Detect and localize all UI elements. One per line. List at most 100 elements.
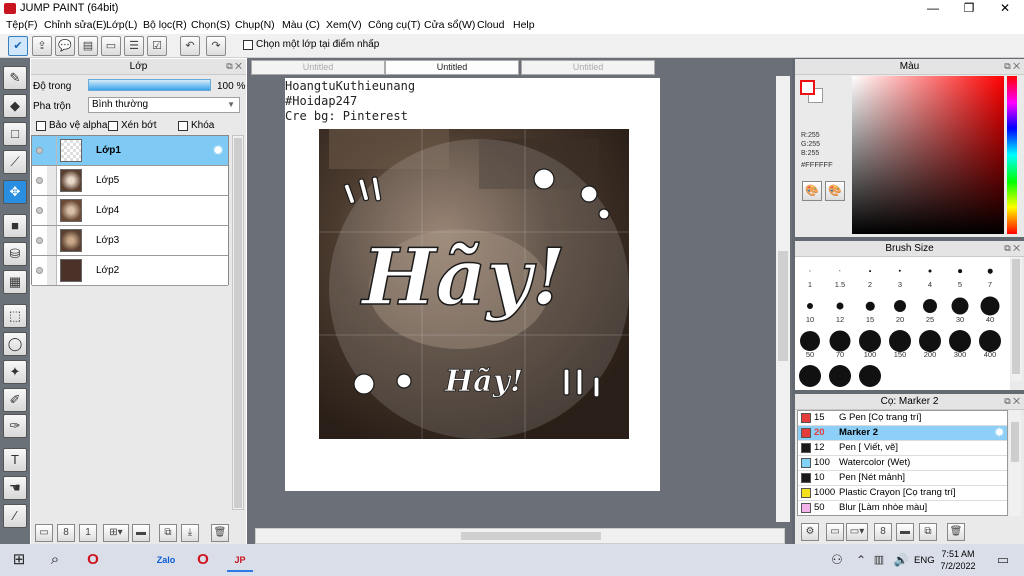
brush-size-option[interactable]: 1.5 [825,257,855,291]
new-layer-1bit-icon[interactable]: 1 [79,524,97,542]
brush-size-option[interactable]: 20 [885,292,915,326]
language-indicator[interactable]: ENG [914,555,935,566]
gear-icon[interactable]: ✹ [995,426,1004,440]
brush-settings-icon[interactable]: ⚙ [801,523,819,541]
lock-checkbox[interactable] [178,121,188,131]
list-icon[interactable]: ☰ [124,36,144,56]
hand-tool-icon[interactable]: ☚ [3,476,27,500]
duplicate-layer-icon[interactable]: ⧉ [159,524,177,542]
hex-value[interactable]: #FFFFFF [801,160,833,169]
hue-slider[interactable] [1007,76,1017,234]
brush-size-option[interactable] [795,362,825,396]
panel-float-icon[interactable]: ⧉ ✕ [1004,243,1020,254]
brush-tool-icon[interactable]: ✎ [3,66,27,90]
brush-scrollbar[interactable] [1011,257,1022,381]
tab-untitled-1[interactable]: Untitled [251,60,385,75]
menu-layer[interactable]: Lớp(L) [106,19,137,31]
opacity-slider[interactable] [88,79,211,91]
brush-8bit-icon[interactable]: 8 [874,523,892,541]
bucket-tool-icon[interactable]: ⛁ [3,242,27,266]
menu-color[interactable]: Màu (C) [282,19,320,31]
delete-brush-icon[interactable]: 🗑 [947,523,965,541]
redo-icon[interactable]: ↷ [206,36,226,56]
jump-paint-taskbar-icon[interactable]: JP [227,548,253,572]
select-layer-on-click-checkbox[interactable] [243,40,253,50]
visibility-icon[interactable] [36,237,43,244]
brush-size-option[interactable]: 25 [915,292,945,326]
export-icon[interactable]: ⇪ [32,36,52,56]
brush-size-option[interactable]: 150 [885,327,915,361]
brush-size-option[interactable]: 15 [855,292,885,326]
new-page-icon[interactable]: ▭ [826,523,844,541]
move-tool-icon[interactable]: ✥ [3,180,27,204]
menu-help[interactable]: Help [513,19,535,31]
brush-list-item[interactable]: 100 Watercolor (Wet) [798,456,1007,471]
layer-scrollbar[interactable] [232,135,244,510]
eyedropper-tool-icon[interactable]: ⁄ [3,504,27,528]
menu-window[interactable]: Cửa sổ(W) [424,19,475,31]
windows-start-icon[interactable]: ⊞ [6,548,32,572]
tab-untitled-2[interactable]: Untitled [385,60,519,75]
menu-filter[interactable]: Bộ lọc(R) [143,19,187,31]
opera-gx-icon[interactable]: O [190,548,216,572]
visibility-icon[interactable] [36,207,43,214]
primary-color-swatch[interactable] [800,80,815,95]
brush-size-option[interactable] [825,362,855,396]
tab-untitled-3[interactable]: Untitled [521,60,655,75]
menu-view[interactable]: Xem(V) [326,19,362,31]
layer-row[interactable]: Lớp4 [32,196,228,226]
color-picker-icon[interactable]: 🎨 [825,181,845,201]
page-icon[interactable]: ▭ [101,36,121,56]
opera-browser-icon[interactable]: O [80,548,106,572]
panel-float-icon[interactable]: ⧉ ✕ [226,61,242,72]
menu-capture[interactable]: Chụp(N) [235,19,275,31]
clip-checkbox[interactable] [108,121,118,131]
new-layer-icon[interactable]: ▭ [35,524,53,542]
panel-float-icon[interactable]: ⧉ ✕ [1004,61,1020,72]
saturation-value-picker[interactable] [852,76,1004,234]
undo-icon[interactable]: ↶ [180,36,200,56]
brush-list-item[interactable]: 50 Blur [Làm nhòe màu] [798,501,1007,515]
delete-layer-icon[interactable]: 🗑 [211,524,229,542]
menu-select[interactable]: Chọn(S) [191,19,230,31]
duplicate-brush-icon[interactable]: ⧉ [919,523,937,541]
brush-size-option[interactable]: 4 [915,257,945,291]
brush-size-option[interactable]: 40 [975,292,1005,326]
text-box-icon[interactable]: ▤ [78,36,98,56]
line-tool-icon[interactable]: ⟋ [3,150,27,174]
notification-icon[interactable]: ▭ [990,548,1016,572]
menu-cloud[interactable]: Cloud [477,19,504,31]
rect-shape-tool-icon[interactable]: □ [3,122,27,146]
layer-row[interactable]: Lớp2 [32,256,228,286]
zalo-icon[interactable]: Zalo [153,548,179,572]
folder-icon[interactable]: ▬ [896,523,914,541]
brush-size-option[interactable]: 300 [945,327,975,361]
canvas-horizontal-scrollbar[interactable] [255,528,785,544]
brush-list-item[interactable]: 1000 Plastic Crayon [Cọ trang trí] [798,486,1007,501]
gradient-tool-icon[interactable]: ▦ [3,270,27,294]
select-eraser-tool-icon[interactable]: ✑ [3,414,27,438]
brush-size-option[interactable]: 2 [855,257,885,291]
layer-row[interactable]: Lớp1 ✹ [32,136,228,166]
checklist-icon[interactable]: ☑ [147,36,167,56]
brush-size-option[interactable]: 12 [825,292,855,326]
brush-size-option[interactable]: 3 [885,257,915,291]
restore-icon[interactable]: ❐ [952,0,986,17]
brush-size-option[interactable]: 100 [855,327,885,361]
protect-alpha-checkbox[interactable] [36,121,46,131]
brush-list-item[interactable]: 20 Marker 2 ✹ [798,426,1007,441]
menu-file[interactable]: Tệp(F) [6,19,38,31]
add-brush-menu-icon[interactable]: ▭▾ [846,523,868,541]
minimize-icon[interactable]: — [916,0,950,17]
blend-mode-select[interactable]: Bình thường ▼ [88,97,240,113]
brush-size-option[interactable]: 7 [975,257,1005,291]
brush-size-option[interactable] [855,362,885,396]
menu-tools[interactable]: Công cụ(T) [368,19,421,31]
clock[interactable]: 7:51 AM 7/2/2022 [938,548,978,572]
brush-size-option[interactable]: 1 [795,257,825,291]
panel-float-icon[interactable]: ⧉ ✕ [1004,396,1020,407]
brush-size-option[interactable]: 70 [825,327,855,361]
lasso-tool-icon[interactable]: ◯ [3,332,27,356]
layer-row[interactable]: Lớp5 [32,166,228,196]
brush-size-option[interactable]: 5 [945,257,975,291]
